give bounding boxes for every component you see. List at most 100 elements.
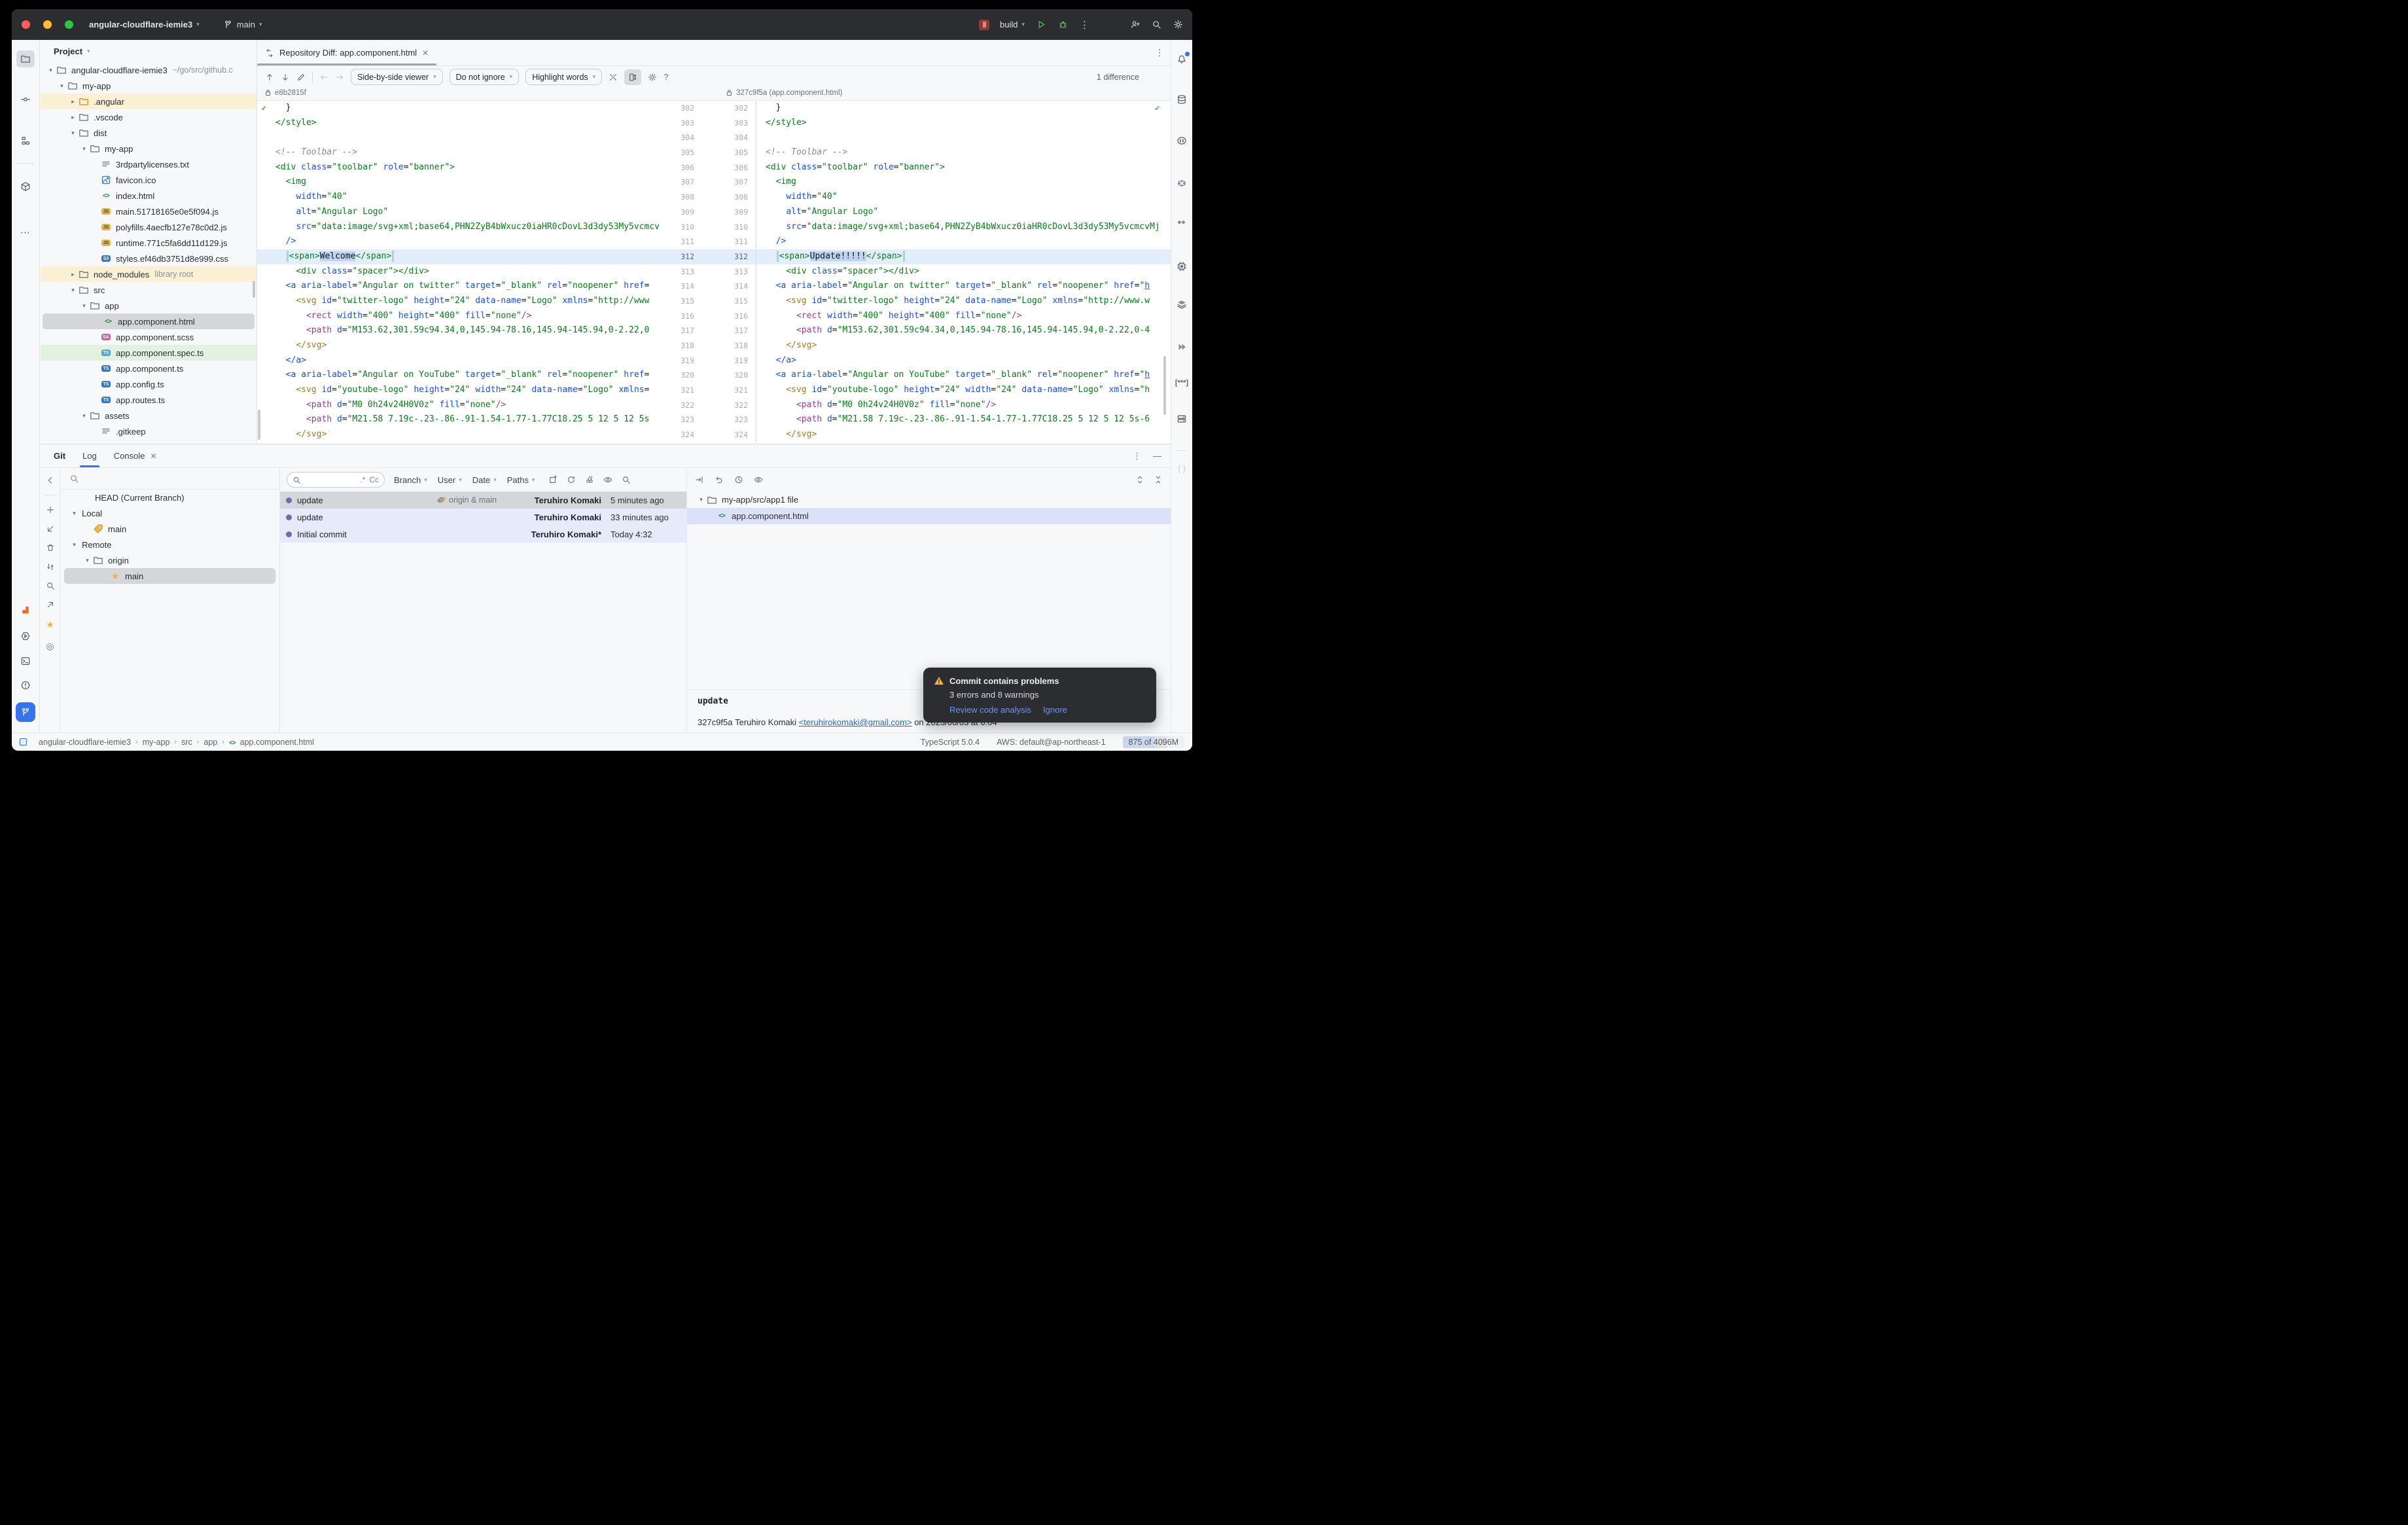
branch-item-Remote[interactable]: ▾ Remote bbox=[60, 537, 279, 552]
filter-paths[interactable]: Paths ▾ bbox=[507, 475, 535, 485]
tree-item-styles.ef46db3751d8e999.css[interactable]: S3 styles.ef46db3751d8e999.css bbox=[41, 251, 257, 266]
breadcrumb-item[interactable]: my-app bbox=[143, 738, 170, 747]
history-clock-icon[interactable] bbox=[734, 475, 743, 484]
expand-arrow-icon[interactable] bbox=[46, 600, 55, 609]
tree-item-.angular[interactable]: ▸ .angular bbox=[41, 94, 257, 109]
branch-item-Local[interactable]: ▾ Local bbox=[60, 505, 279, 521]
project-widget[interactable]: angular-cloudflare-iemie3 ▾ bbox=[89, 20, 200, 29]
tree-item-polyfills.4aecfb127e78c0d2.js[interactable]: JS polyfills.4aecfb127e78c0d2.js bbox=[41, 219, 257, 235]
edit-source-button[interactable] bbox=[296, 73, 306, 82]
layers-icon[interactable] bbox=[1173, 296, 1191, 313]
more-icon[interactable]: ⋯ bbox=[16, 224, 35, 241]
eye-icon[interactable] bbox=[603, 475, 612, 484]
jump-to-source-icon[interactable] bbox=[695, 475, 704, 484]
viewer-mode-dropdown[interactable]: Side-by-side viewer ▾ bbox=[351, 69, 443, 85]
x-plugin-icon[interactable] bbox=[1173, 175, 1191, 192]
tiles-icon[interactable] bbox=[1173, 214, 1191, 231]
prev-change-button[interactable] bbox=[265, 73, 274, 82]
tree-item-app.component.scss[interactable]: SA app.component.scss bbox=[41, 329, 257, 345]
project-folder-icon[interactable] bbox=[16, 50, 35, 67]
git-icon[interactable] bbox=[16, 702, 35, 722]
project-panel-header[interactable]: Project ▾ bbox=[41, 40, 257, 62]
tree-item-main.51718165e0e5f094.js[interactable]: JS main.51718165e0e5f094.js bbox=[41, 204, 257, 219]
tree-item-.gitkeep[interactable]: .gitkeep bbox=[41, 423, 257, 439]
commit-row[interactable]: Initial commit Teruhiro Komaki* Today 4:32 bbox=[280, 526, 686, 543]
tab-repository-diff[interactable]: Repository Diff: app.component.html ✕ bbox=[257, 40, 437, 65]
project-status-icon[interactable] bbox=[20, 738, 27, 745]
code-with-me-button[interactable] bbox=[1130, 20, 1140, 29]
run-config-widget[interactable]: build ▾ bbox=[979, 19, 1025, 30]
left-pane-scrollbar[interactable] bbox=[258, 410, 260, 440]
project-scrollbar[interactable] bbox=[253, 281, 255, 298]
branch-item-main[interactable]: ★ main bbox=[64, 568, 275, 584]
close-icon[interactable]: ✕ bbox=[150, 452, 156, 461]
favorite-star-icon[interactable]: ★ bbox=[46, 619, 54, 631]
navigate-target-icon[interactable]: ◎ bbox=[46, 641, 54, 653]
preview-eye-icon[interactable] bbox=[754, 475, 763, 484]
tree-item-dist[interactable]: ▾ dist bbox=[41, 125, 257, 141]
terminal-icon[interactable] bbox=[16, 653, 35, 670]
toolwindow-options-icon[interactable]: ⋮ bbox=[1133, 451, 1141, 461]
tree-item-3rdpartylicenses.txt[interactable]: 3rdpartylicenses.txt bbox=[41, 156, 257, 172]
packages-icon[interactable] bbox=[16, 178, 35, 195]
tab-console[interactable]: Console ✕ bbox=[114, 444, 157, 467]
structure-icon[interactable] bbox=[16, 132, 35, 149]
changed-files-group[interactable]: ▾ my-app/src/app 1 file bbox=[687, 492, 1171, 508]
branch-search-field[interactable] bbox=[60, 468, 279, 490]
secrets-icon[interactable]: [***] bbox=[1173, 374, 1191, 391]
checkout-arrow-icon[interactable] bbox=[46, 524, 55, 533]
services-icon[interactable] bbox=[16, 628, 35, 645]
ignore-link[interactable]: Ignore bbox=[1043, 705, 1067, 715]
breadcrumb-item[interactable]: angular-cloudflare-iemie3 bbox=[39, 738, 131, 747]
tree-item-node_modules[interactable]: ▸ node_modules library root bbox=[41, 266, 257, 282]
tree-item-angular-cloudflare-iemie3[interactable]: ▾ angular-cloudflare-iemie3 ~/go/src/githu… bbox=[41, 62, 257, 78]
breadcrumb-item[interactable]: app bbox=[204, 738, 217, 747]
commit-row[interactable]: update origin & main Teruhiro Komaki 5 minu… bbox=[280, 492, 686, 509]
forward-button[interactable] bbox=[335, 73, 344, 82]
memory-indicator[interactable]: 875 of 4096M bbox=[1122, 736, 1184, 748]
tree-item-my-app[interactable]: ▾ my-app bbox=[41, 141, 257, 156]
typescript-version[interactable]: TypeScript 5.0.4 bbox=[921, 738, 980, 747]
collapse-all-icon[interactable] bbox=[1154, 475, 1163, 484]
servers-icon[interactable] bbox=[1173, 410, 1191, 427]
vcs-widget[interactable]: main ▾ bbox=[223, 20, 262, 29]
commit-row[interactable]: update Teruhiro Komaki 33 minutes ago bbox=[280, 509, 686, 526]
changed-file-row[interactable]: <> app.component.html bbox=[687, 508, 1171, 524]
back-button[interactable] bbox=[319, 73, 328, 82]
commit-icon[interactable] bbox=[16, 91, 35, 108]
minimize-window-button[interactable] bbox=[43, 20, 52, 29]
tree-item-my-app[interactable]: ▾ my-app bbox=[41, 78, 257, 94]
tree-item-app.routes.ts[interactable]: TS app.routes.ts bbox=[41, 392, 257, 408]
tree-item-runtime.771c5fa6dd11d129.js[interactable]: JS runtime.771c5fa6dd11d129.js bbox=[41, 235, 257, 251]
match-case-toggle[interactable]: Cc bbox=[369, 475, 379, 484]
search-icon[interactable] bbox=[622, 475, 631, 484]
collapse-panel-icon[interactable] bbox=[46, 476, 55, 485]
collapse-unchanged-button[interactable] bbox=[609, 73, 618, 82]
breadcrumb-item[interactable]: app.component.html bbox=[240, 738, 314, 747]
review-code-analysis-link[interactable]: Review code analysis bbox=[949, 705, 1031, 715]
rollback-icon[interactable] bbox=[715, 475, 724, 484]
json-braces-icon[interactable]: { } bbox=[1173, 459, 1191, 476]
plugin-orange-icon[interactable] bbox=[16, 601, 35, 619]
tree-item-assets[interactable]: ▾ assets bbox=[41, 408, 257, 423]
breadcrumb-item[interactable]: src bbox=[181, 738, 192, 747]
notifications-icon[interactable] bbox=[1173, 50, 1191, 67]
run-button[interactable] bbox=[1036, 20, 1046, 29]
tree-item-src[interactable]: ▾ src bbox=[41, 282, 257, 298]
tab-options-icon[interactable]: ⋮ bbox=[1155, 47, 1164, 58]
hide-toolwindow-icon[interactable]: — bbox=[1153, 451, 1161, 461]
highlight-policy-dropdown[interactable]: Highlight words ▾ bbox=[525, 69, 603, 85]
database-icon[interactable] bbox=[1173, 91, 1191, 108]
diff-settings-button[interactable] bbox=[648, 73, 657, 82]
sync-scroll-button[interactable] bbox=[624, 69, 642, 85]
tree-item-index.html[interactable]: <> index.html bbox=[41, 188, 257, 204]
aws-profile[interactable]: AWS: default@ap-northeast-1 bbox=[997, 738, 1105, 747]
next-change-button[interactable] bbox=[281, 73, 290, 82]
tree-item-app.component.spec.ts[interactable]: TS app.component.spec.ts bbox=[41, 345, 257, 361]
debug-button[interactable] bbox=[1058, 20, 1068, 29]
open-new-tab-icon[interactable] bbox=[548, 475, 558, 484]
more-actions-button[interactable]: ⋮ bbox=[1080, 19, 1089, 31]
close-icon[interactable]: ✕ bbox=[422, 48, 429, 58]
filter-user[interactable]: User ▾ bbox=[438, 475, 462, 485]
expand-all-icon[interactable] bbox=[1135, 475, 1144, 484]
